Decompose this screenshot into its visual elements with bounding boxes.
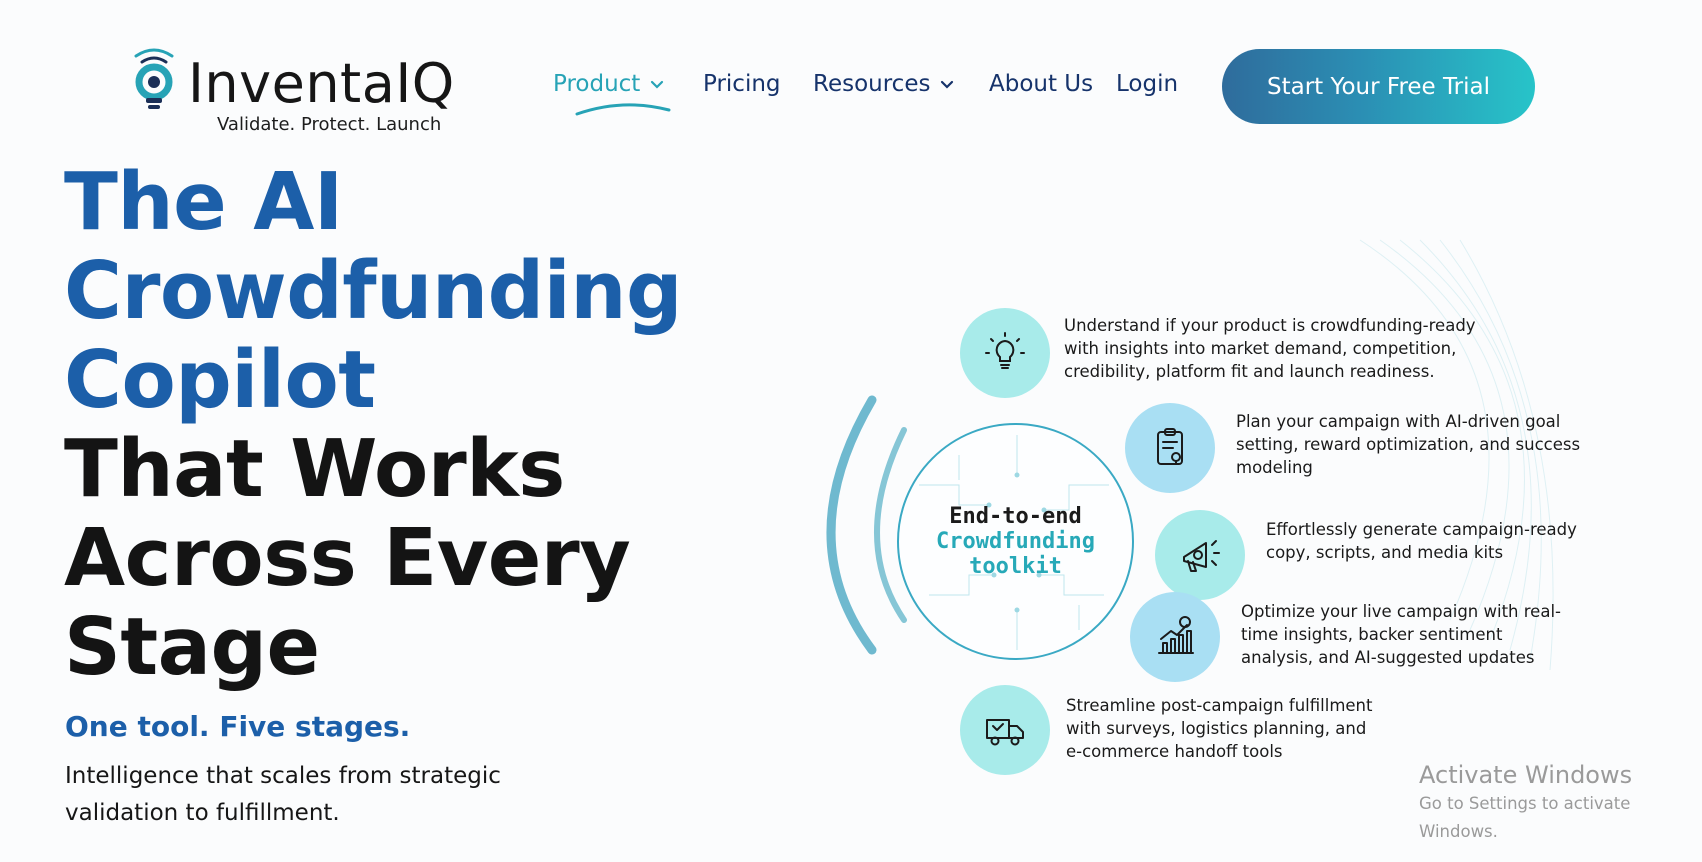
chevron-down-icon (651, 80, 664, 89)
headline-line: The AI (64, 156, 343, 248)
megaphone-icon (1155, 510, 1245, 600)
stage-description: Optimize your live campaign with real-ti… (1241, 602, 1561, 667)
activate-windows-watermark: Activate Windows Go to Settings to activ… (1419, 760, 1702, 846)
brand-tagline: Validate. Protect. Launch (217, 114, 442, 135)
headline-line: Crowdfunding (64, 245, 683, 337)
stage-description: Understand if your product is crowdfundi… (1064, 316, 1476, 381)
lightbulb-signal-logo-icon (134, 48, 174, 109)
nav-item-label: Pricing (703, 71, 781, 97)
stage-description: Effortlessly generate campaign-ready cop… (1266, 520, 1577, 562)
delivery-truck-icon (960, 685, 1050, 775)
clipboard-plan-icon (1125, 403, 1215, 493)
active-underline-decoration (575, 103, 671, 116)
hub-title-line2: Crowdfunding (936, 529, 1095, 554)
hero-description: Intelligence that scales from strategic … (65, 763, 501, 826)
nav-item-label: Product (553, 71, 641, 97)
nav-item-resources[interactable]: Resources (813, 70, 954, 98)
brand-name: InventaIQ (188, 52, 455, 115)
hero-subtitle: One tool. Five stages. (65, 710, 411, 743)
nav-item-label: About Us (989, 71, 1094, 97)
toolkit-hub-circle: End-to-end Crowdfunding toolkit (897, 423, 1134, 660)
nav-item-pricing[interactable]: Pricing (703, 70, 781, 98)
nav-item-login[interactable]: Login (1116, 70, 1178, 98)
nav-item-about-us[interactable]: About Us (989, 70, 1093, 98)
headline-line: That Works (64, 423, 565, 515)
hub-title-line3: toolkit (969, 554, 1062, 579)
lightbulb-icon (960, 308, 1050, 398)
hub-title-line1: End-to-end (949, 504, 1082, 529)
stage-description: Plan your campaign with AI-driven goal s… (1236, 412, 1581, 477)
nav-item-label: Login (1116, 71, 1179, 97)
watermark-subtitle: Go to Settings to activate Windows. (1419, 794, 1631, 841)
start-free-trial-button[interactable]: Start Your Free Trial (1222, 49, 1535, 124)
nav-item-label: Resources (813, 71, 931, 97)
toolkit-graphic: End-to-end Crowdfunding toolkit Understa… (800, 220, 1580, 800)
stage-description: Streamline post-campaign fulfillment wit… (1066, 696, 1373, 761)
watermark-title: Activate Windows (1419, 761, 1633, 789)
hero-headline: The AI Crowdfunding Copilot That Works A… (64, 156, 683, 693)
chevron-down-icon (941, 80, 954, 89)
headline-line: Copilot (64, 334, 376, 426)
nav-item-product[interactable]: Product (553, 70, 671, 116)
headline-line: Across Every (64, 512, 631, 604)
headline-line: Stage (64, 601, 320, 693)
brand-logo[interactable]: InventaIQ Validate. Protect. Launch (124, 42, 464, 135)
growth-chart-icon (1130, 592, 1220, 682)
